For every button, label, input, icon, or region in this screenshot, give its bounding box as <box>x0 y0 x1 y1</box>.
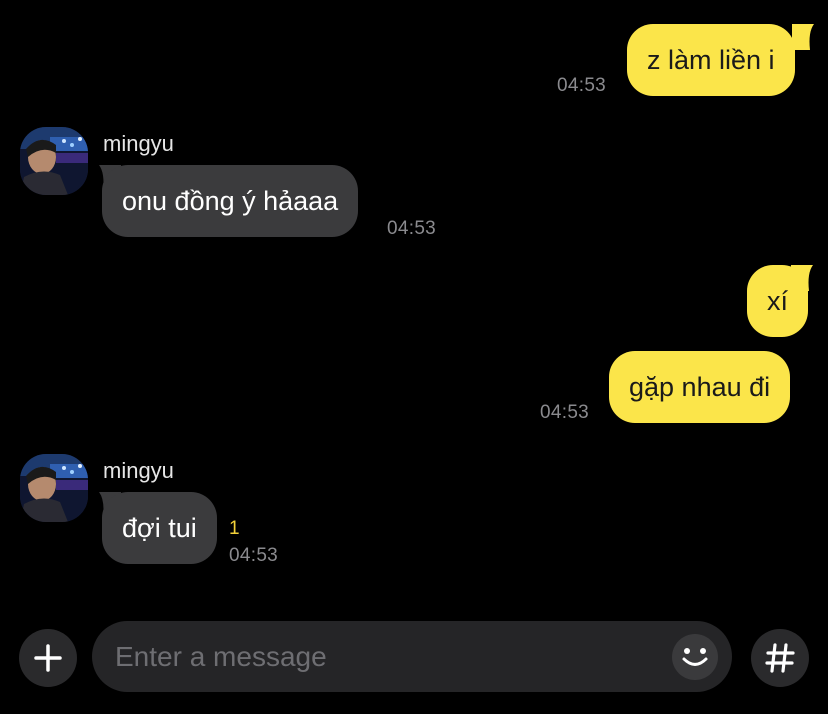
hashtag-icon <box>765 643 795 673</box>
add-attachment-button[interactable] <box>19 629 77 687</box>
message-timestamp: 04:53 <box>557 75 607 96</box>
avatar[interactable] <box>20 454 88 522</box>
avatar[interactable] <box>20 127 88 195</box>
avatar-photo <box>20 127 88 195</box>
bubble-tail <box>791 265 813 291</box>
message-input[interactable]: Enter a message <box>92 621 732 692</box>
message-timestamp: 04:53 <box>540 402 590 423</box>
incoming-message-bubble[interactable]: onu đồng ý hảaaa <box>102 165 359 237</box>
smiley-icon <box>682 637 712 666</box>
message-timestamp: 04:53 <box>387 218 437 239</box>
sender-name: mingyu <box>103 458 174 483</box>
emoji-button[interactable] <box>672 634 718 680</box>
chat-screen: 04:53 z làm liền i mingyu onu đồng ý hảa… <box>0 0 828 714</box>
avatar-photo <box>20 454 88 522</box>
hashtag-button[interactable] <box>751 629 809 687</box>
incoming-message-bubble[interactable]: đợi tui <box>102 492 217 564</box>
outgoing-message-bubble[interactable]: gặp nhau đi <box>609 351 791 423</box>
outgoing-message-bubble[interactable]: z làm liền i <box>627 24 795 96</box>
unread-count-badge: 1 <box>229 518 240 539</box>
plus-icon <box>34 644 62 672</box>
message-timestamp: 04:53 <box>229 545 279 566</box>
bubble-tail <box>792 24 814 50</box>
sender-name: mingyu <box>103 131 174 156</box>
message-input-placeholder: Enter a message <box>115 641 327 672</box>
